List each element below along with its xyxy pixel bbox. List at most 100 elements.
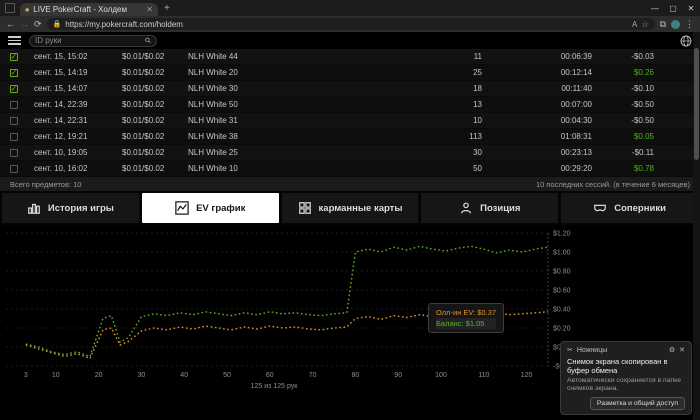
row-checkbox[interactable]: ✓ [0,68,30,77]
session-result: $0.26 [633,68,654,77]
table-row[interactable]: сент. 10, 16:02 $0.01/$0.02 NLH White 10 50… [0,161,700,177]
session-date: сент. 15, 14:07 [34,84,88,93]
tab-pocket-cards[interactable]: карманные карты [281,193,419,223]
session-result: -$0.50 [631,116,654,125]
session-date: сент. 10, 19:05 [34,148,88,157]
close-button[interactable]: ✕ [682,4,700,13]
language-globe-icon[interactable] [680,35,692,47]
search-icon[interactable] [145,36,151,45]
session-stakes: $0.01/$0.02 [122,116,165,125]
row-checkbox[interactable]: ✓ [0,52,30,61]
total-items-label: Всего предметов: 10 [10,179,82,189]
row-checkbox[interactable] [0,148,30,157]
session-stakes: $0.01/$0.02 [122,164,165,173]
row-checkbox[interactable] [0,164,30,173]
sessions-note-label: 10 последних сессий. (в течение 6 месяце… [535,179,690,189]
section-tabs: История игры EV график карманные карты П… [0,191,700,225]
snip-toast[interactable]: ✂ Ножницы ⚙ ✕ Снимок экрана скопирован в… [560,341,692,415]
toast-settings-icon[interactable]: ⚙ [669,346,675,354]
table-row[interactable]: ✓ сент. 15, 15:02 $0.01/$0.02 NLH White 44 1… [0,49,700,65]
session-stakes: $0.01/$0.02 [122,132,165,141]
tab-opponents[interactable]: Соперники [561,193,698,223]
back-button[interactable]: ← [6,19,15,29]
table-row[interactable]: ✓ сент. 15, 14:19 $0.01/$0.02 NLH White 20 2… [0,65,700,81]
profile-avatar[interactable] [671,19,680,29]
row-checkbox[interactable] [0,132,30,141]
svg-text:$1.00: $1.00 [553,250,571,257]
tab-game-history[interactable]: История игры [2,193,139,223]
tab-ev-graph[interactable]: EV график [141,193,279,223]
maximize-button[interactable]: ▢ [664,4,682,13]
session-result: $0.78 [633,164,654,173]
session-duration: 00:29:20 [560,164,592,173]
toast-message: Снимок экрана скопирован в буфер обмена [567,357,668,375]
page-scrollbar[interactable] [693,32,700,420]
table-row[interactable]: сент. 14, 22:39 $0.01/$0.02 NLH White 50 13… [0,97,700,113]
svg-text:$0.60: $0.60 [553,288,571,295]
tab-close-icon[interactable]: ✕ [146,5,153,14]
session-date: сент. 12, 19:21 [34,132,88,141]
translate-icon[interactable]: A [632,20,637,29]
session-date: сент. 14, 22:31 [34,116,88,125]
app-top-bar [0,32,700,49]
toast-close-icon[interactable]: ✕ [679,346,685,354]
row-checkbox[interactable] [0,116,30,125]
row-checkbox[interactable]: ✓ [0,84,30,93]
session-game: NLH White 31 [188,116,238,125]
url-text: https://my.pokercraft.com/holdem [65,19,183,29]
extensions-icon[interactable]: ⧉ [660,19,666,30]
session-duration: 00:12:14 [560,68,592,77]
tooltip-ev-value: Олл-ин EV: $0.37 [436,308,497,317]
session-duration: 01:08:31 [560,132,592,141]
bookmark-star-icon[interactable]: ☆ [641,20,648,29]
session-stakes: $0.01/$0.02 [122,100,165,109]
forward-button[interactable]: → [20,19,29,29]
session-hands: 13 [473,100,482,109]
svg-text:3: 3 [24,372,28,379]
game-history-icon [28,203,40,214]
browser-url-bar: ← → ⟳ 🔒 https://my.pokercraft.com/holdem… [0,16,700,32]
tab-title: LIVE PokerCraft - Холдем [33,5,127,14]
session-result: -$0.11 [631,148,654,157]
session-date: сент. 10, 16:02 [34,164,88,173]
lock-icon[interactable]: 🔒 [53,20,62,28]
pocket-cards-icon [298,202,311,214]
new-tab-button[interactable]: + [164,3,170,14]
tab-position[interactable]: Позиция [421,193,559,223]
browser-menu-icon[interactable]: ⋮ [685,19,694,30]
hand-id-search[interactable] [29,34,157,47]
favicon: ♠ [25,4,30,14]
minimize-button[interactable]: — [646,4,664,13]
svg-text:90: 90 [394,372,402,379]
hands-caption: 125 из 125 рук [250,383,298,390]
session-game: NLH White 38 [188,132,238,141]
svg-text:40: 40 [180,372,188,379]
session-result: -$0.10 [631,84,654,93]
table-footer: Всего предметов: 10 10 последних сессий.… [0,177,700,191]
markup-share-button[interactable]: Разметка и общий доступ [589,397,685,410]
session-duration: 00:11:40 [561,84,592,93]
session-hands: 113 [469,132,482,141]
browser-tab[interactable]: ♠ LIVE PokerCraft - Холдем ✕ [20,3,158,16]
menu-icon[interactable] [8,36,21,45]
window-controls: — ▢ ✕ [646,0,700,16]
table-row[interactable]: сент. 10, 19:05 $0.01/$0.02 NLH White 25 30… [0,145,700,161]
position-icon [461,202,472,214]
table-row[interactable]: сент. 14, 22:31 $0.01/$0.02 NLH White 31 10… [0,113,700,129]
scissors-icon: ✂ [567,347,573,354]
scrollbar-thumb[interactable] [694,48,699,160]
address-field[interactable]: 🔒 https://my.pokercraft.com/holdem A ☆ [46,18,655,30]
table-row[interactable]: сент. 12, 19:21 $0.01/$0.02 NLH White 38 11… [0,129,700,145]
tab-label: Соперники [614,202,666,214]
session-hands: 11 [473,52,482,61]
refresh-button[interactable]: ⟳ [34,19,42,29]
workspace-icon[interactable] [5,3,15,13]
row-checkbox[interactable] [0,100,30,109]
search-input[interactable] [35,36,145,45]
table-row[interactable]: ✓ сент. 15, 14:07 $0.01/$0.02 NLH White 30 1… [0,81,700,97]
session-game: NLH White 30 [188,84,238,93]
session-duration: 00:04:30 [560,116,592,125]
svg-text:80: 80 [352,372,360,379]
session-hands: 50 [473,164,482,173]
session-game: NLH White 20 [188,68,238,77]
